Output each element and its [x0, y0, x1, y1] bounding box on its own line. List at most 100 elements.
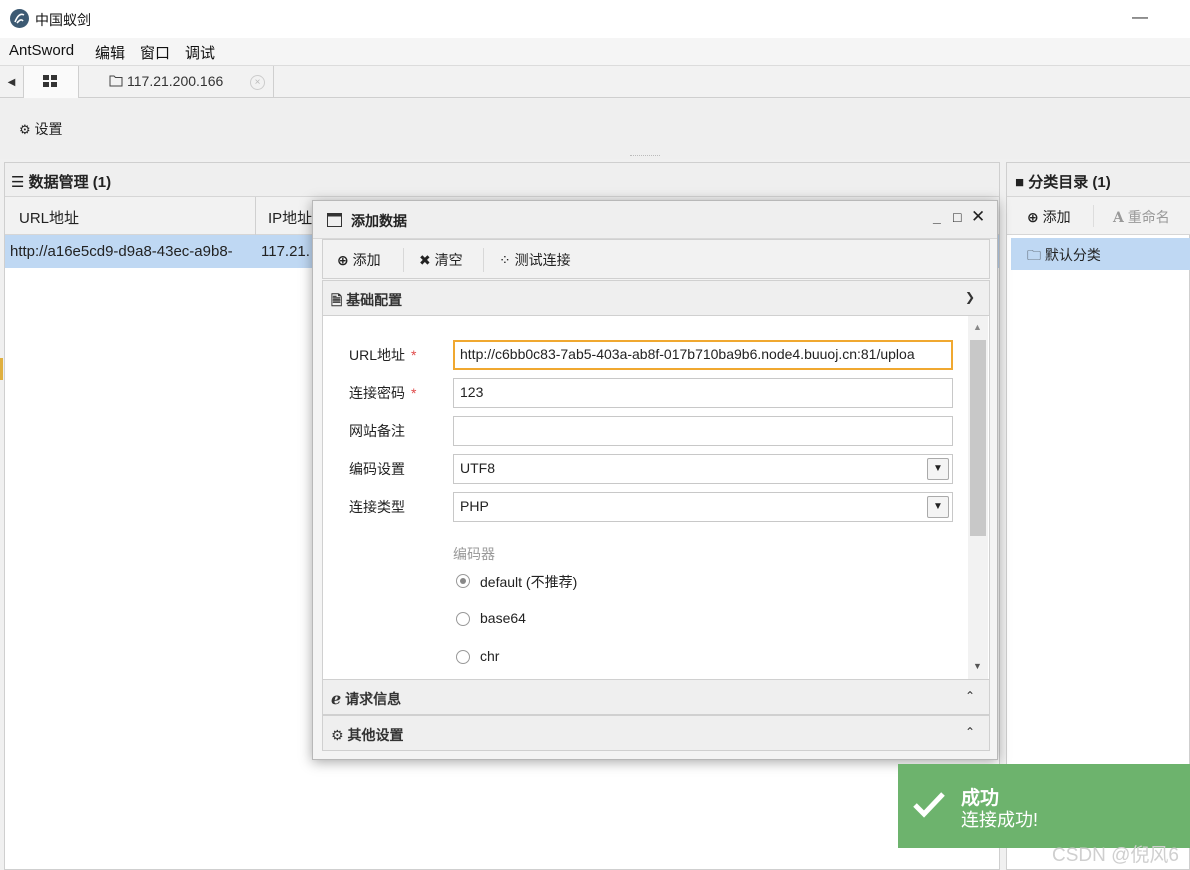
password-input[interactable]: 123: [453, 378, 953, 408]
section-request-title: ℯ 请求信息: [331, 689, 401, 709]
column-header-url[interactable]: URL地址: [19, 207, 79, 228]
section-other-label: 其他设置: [347, 727, 404, 743]
minimize-button[interactable]: —: [1120, 4, 1160, 32]
scroll-thumb[interactable]: [970, 340, 986, 536]
scroll-up-icon[interactable]: ▲: [973, 322, 982, 332]
add-category-button[interactable]: ⊕ 添加: [1027, 207, 1071, 227]
menu-debug[interactable]: 调试: [185, 42, 215, 63]
x-icon: ✖: [419, 252, 431, 268]
folder-icon: ■: [1015, 174, 1025, 191]
menu-antsword[interactable]: AntSword: [9, 42, 74, 59]
category-header: ■ 分类目录 (1): [1007, 163, 1190, 197]
success-toast[interactable]: 成功 连接成功!: [898, 764, 1190, 848]
tab-host-label: 117.21.200.166: [127, 73, 224, 89]
splitter-handle[interactable]: [630, 155, 660, 156]
connection-type-label: 连接类型: [349, 499, 405, 515]
section-request-label: 请求信息: [345, 691, 402, 707]
encoding-select[interactable]: UTF8 ▼: [453, 454, 953, 484]
section-basic-config[interactable]: 🗎 基础配置 ❯: [322, 280, 990, 316]
window-title: 中国蚁剑: [35, 12, 91, 28]
connection-type-select[interactable]: PHP ▼: [453, 492, 953, 522]
chevron-down-icon: ❯: [965, 290, 976, 304]
section-other-title: ⚙ 其他设置: [331, 725, 403, 745]
scroll-down-icon[interactable]: ▼: [973, 661, 982, 671]
document-icon: 🗎: [331, 292, 343, 308]
gear-icon: ⚙: [19, 122, 31, 137]
toolbar-separator: [403, 248, 404, 272]
section-basic-title: 🗎 基础配置: [331, 290, 402, 314]
add-button[interactable]: ⊕ 添加: [337, 250, 381, 270]
row-ip-cell: 117.21.: [261, 243, 310, 260]
connection-type-value: PHP: [460, 498, 489, 514]
url-input[interactable]: http://c6bb0c83-7ab5-403a-ab8f-017b710ba…: [453, 340, 953, 370]
note-label: 网站备注: [349, 423, 405, 439]
dialog-titlebar[interactable]: 添加数据 _ □ ✕: [313, 201, 997, 239]
spinner-icon: ⁘: [499, 252, 511, 268]
gears-icon: ⚙: [331, 727, 344, 743]
panel-title: ☰ 数据管理 (1): [11, 171, 111, 192]
close-tab-icon[interactable]: ×: [250, 75, 265, 90]
antsword-logo-icon: [10, 9, 29, 28]
encoding-label: 编码设置: [349, 461, 405, 477]
add-category-label: 添加: [1042, 209, 1071, 225]
list-icon: ☰: [11, 174, 25, 191]
menu-edit[interactable]: 编辑: [95, 42, 125, 63]
menu-bar: AntSword 编辑 窗口 调试: [0, 38, 1190, 66]
panel-title-text: 数据管理 (1): [28, 174, 112, 191]
encoder-label: 编码器: [453, 546, 495, 562]
toast-message: 连接成功!: [961, 810, 1039, 830]
password-label: 连接密码 *: [349, 385, 417, 401]
basic-config-form: URL地址 * http://c6bb0c83-7ab5-403a-ab8f-01…: [322, 316, 990, 679]
form-scrollbar[interactable]: ▲ ▼: [968, 316, 988, 679]
dialog-toolbar: ⊕ 添加 ✖ 清空 ⁘ 测试连接: [322, 239, 990, 279]
category-item[interactable]: 🗀 默认分类: [1011, 238, 1190, 270]
section-request-info[interactable]: ℯ 请求信息 ⌃: [322, 679, 990, 715]
dialog-minimize-button[interactable]: _: [933, 209, 941, 225]
panel-header: ☰ 数据管理 (1): [5, 163, 999, 197]
dialog-maximize-button[interactable]: □: [953, 209, 961, 225]
clear-button-label: 清空: [434, 252, 463, 268]
clear-button[interactable]: ✖ 清空: [419, 250, 463, 270]
column-header-ip[interactable]: IP地址: [268, 207, 312, 228]
section-other-settings[interactable]: ⚙ 其他设置 ⌃: [322, 715, 990, 751]
encoding-value: UTF8: [460, 460, 495, 476]
edge-marker: [0, 358, 3, 380]
section-basic-label: 基础配置: [346, 292, 403, 308]
settings-button[interactable]: ⚙ 设置: [19, 119, 63, 139]
font-icon: A: [1113, 210, 1124, 226]
menu-window[interactable]: 窗口: [140, 42, 170, 63]
column-divider[interactable]: [255, 197, 256, 235]
chevron-up-icon: ⌃: [965, 725, 976, 739]
category-title-text: 分类目录 (1): [1028, 174, 1111, 191]
note-input[interactable]: [453, 416, 953, 446]
checkmark-icon: [913, 792, 945, 818]
dialog-title: 添加数据: [351, 213, 407, 229]
row-url-cell: http://a16e5cd9-d9a8-43ec-a9b8-: [10, 243, 233, 260]
tab-home[interactable]: [24, 66, 79, 98]
folder-open-icon: 🗀: [1027, 247, 1041, 263]
plus-circle-icon: ⊕: [1027, 209, 1039, 225]
encoder-option-base64[interactable]: base64: [480, 610, 526, 626]
add-button-label: 添加: [352, 252, 381, 268]
test-connection-button[interactable]: ⁘ 测试连接: [499, 250, 571, 270]
encoder-radio-default[interactable]: [456, 574, 470, 588]
category-title: ■ 分类目录 (1): [1015, 171, 1111, 192]
chevron-up-icon: ⌃: [965, 689, 976, 703]
chevron-down-icon[interactable]: ▼: [927, 458, 949, 480]
add-data-dialog: 添加数据 _ □ ✕ ⊕ 添加 ✖ 清空 ⁘ 测试连接 🗎 基础配置 ❯ URL…: [312, 200, 998, 760]
encoder-option-default[interactable]: default (不推荐): [480, 572, 577, 592]
url-label: URL地址 *: [349, 347, 417, 363]
encoder-option-chr[interactable]: chr: [480, 648, 499, 664]
category-toolbar: ⊕ 添加 A 重命名: [1007, 197, 1190, 235]
rename-category-label: 重命名: [1127, 209, 1170, 225]
encoder-radio-chr[interactable]: [456, 650, 470, 664]
encoder-radio-base64[interactable]: [456, 612, 470, 626]
category-item-content: 🗀 默认分类: [1027, 245, 1101, 269]
tab-bar: ◀ 117.21.200.166 ×: [0, 66, 1190, 98]
folder-icon: [109, 75, 123, 87]
chevron-down-icon[interactable]: ▼: [927, 496, 949, 518]
dialog-close-button[interactable]: ✕: [971, 207, 985, 227]
tab-scroll-left-icon[interactable]: ◀: [0, 66, 24, 98]
tab-host[interactable]: 117.21.200.166 ×: [79, 66, 274, 98]
rename-category-button[interactable]: A 重命名: [1113, 207, 1170, 227]
